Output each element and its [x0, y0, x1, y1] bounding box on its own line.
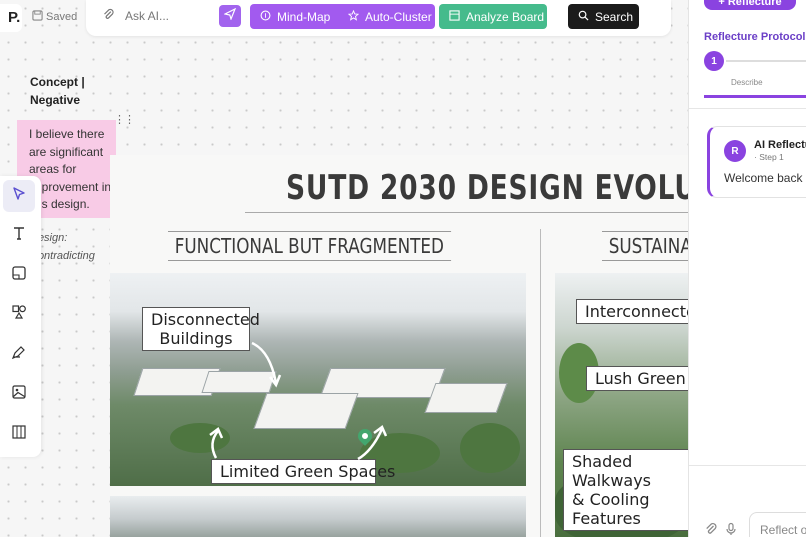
ai-message-card: R AI Reflecture · Step 1 Welcome back: [707, 126, 806, 198]
reflecture-panel: + Reflecture Reflecture Protocol 1 Descr…: [688, 0, 806, 537]
star-icon: [347, 9, 360, 24]
image-icon: [11, 384, 27, 405]
shaded-walkways-label: Shaded Walkways & Cooling Features: [563, 449, 688, 531]
shapes-tool[interactable]: [3, 298, 35, 330]
message-text: Welcome back: [724, 171, 803, 185]
text-tool[interactable]: [3, 219, 35, 251]
interconnected-label-text: Interconnected: [585, 302, 688, 321]
protocol-title: Reflecture Protocol: [704, 31, 806, 43]
search-button[interactable]: Search: [568, 4, 639, 29]
search-label: Search: [595, 9, 634, 24]
step-track: [726, 60, 806, 62]
annotation-arrows: [209, 341, 388, 461]
avatar: R: [724, 140, 746, 162]
lush-green-label-text: Lush Green Co: [595, 369, 688, 388]
image-tool[interactable]: [3, 378, 35, 410]
columns-icon: [11, 424, 27, 445]
panel-divider-bottom: [689, 465, 806, 466]
campus-render-lower: [110, 496, 526, 537]
sticky-note-icon: [11, 265, 27, 286]
cursor-icon: [11, 186, 27, 207]
tool-sidebar: [0, 176, 41, 457]
paperclip-icon[interactable]: [102, 8, 115, 24]
send-button[interactable]: [219, 5, 241, 27]
fragmented-campus-render: Disconnected Buildings Limited Green Spa…: [110, 273, 526, 486]
paperclip-icon[interactable]: [704, 522, 718, 537]
right-column-heading: SUSTAINABLE: [602, 231, 688, 261]
board-title: SUTD 2030 DESIGN EVOLUTION: [286, 168, 688, 208]
canvas-note[interactable]: Design: Contradicting: [30, 230, 105, 265]
title-rule: [245, 212, 688, 213]
select-tool[interactable]: [3, 180, 35, 212]
microphone-icon[interactable]: [724, 522, 738, 537]
reflecture-button[interactable]: + Reflecture: [704, 0, 796, 10]
reflect-input[interactable]: Reflect on: [749, 512, 806, 537]
top-toolbar: Ask AI... Mind-Map Auto-Cluster Analyze …: [86, 0, 754, 36]
concept-title[interactable]: Concept | Negative: [30, 73, 90, 109]
analyze-board-button[interactable]: Analyze Board: [439, 4, 547, 29]
message-step: · Step 1: [754, 152, 784, 162]
input-actions: [704, 522, 738, 537]
shapes-icon: [11, 304, 27, 325]
saved-status: Saved: [32, 10, 77, 24]
ask-ai-input[interactable]: Ask AI...: [125, 9, 169, 23]
sustainable-campus-render: Interconnected Lush Green Co Shaded Walk…: [555, 273, 688, 537]
board-icon: [449, 9, 460, 24]
pen-icon: [11, 344, 27, 365]
analyze-board-label: Analyze Board: [466, 9, 545, 24]
shaded-walkways-label-text: Shaded Walkways & Cooling Features: [572, 452, 652, 528]
column-divider: [540, 229, 541, 537]
panel-divider: [689, 108, 806, 109]
lush-green-label: Lush Green Co: [586, 366, 688, 391]
circle-icon: [260, 10, 271, 24]
search-icon: [578, 10, 589, 24]
auto-cluster-label: Auto-Cluster: [365, 9, 432, 24]
saved-label: Saved: [46, 11, 78, 23]
drag-handle-icon[interactable]: ⋮⋮: [114, 113, 135, 126]
interconnected-label: Interconnected: [576, 299, 688, 324]
text-icon: [11, 225, 27, 246]
step-indicator[interactable]: 1: [704, 51, 724, 71]
protocol-progress-bar: [704, 95, 806, 98]
columns-tool[interactable]: [3, 418, 35, 450]
step-label: Describe: [731, 78, 763, 87]
save-icon: [32, 10, 43, 24]
app-logo[interactable]: P.: [0, 4, 22, 32]
left-column-heading: FUNCTIONAL BUT FRAGMENTED: [168, 231, 451, 261]
message-author: AI Reflecture: [754, 139, 806, 151]
auto-cluster-button[interactable]: Auto-Cluster: [338, 4, 435, 29]
pen-tool[interactable]: [3, 338, 35, 370]
mind-map-label: Mind-Map: [277, 9, 331, 24]
board-image[interactable]: SUTD 2030 DESIGN EVOLUTION FUNCTIONAL BU…: [110, 155, 688, 537]
sticky-tool[interactable]: [3, 259, 35, 291]
send-icon: [223, 7, 237, 25]
